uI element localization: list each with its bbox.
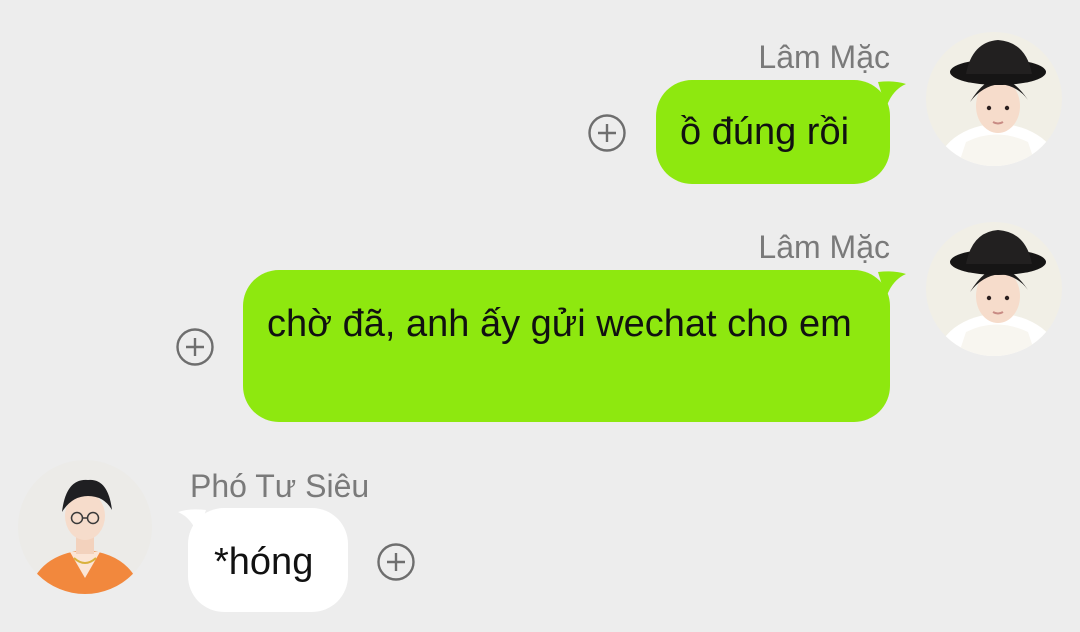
sender-name: Lâm Mặc: [758, 39, 890, 75]
avatar-pho-tu-sieu[interactable]: [18, 460, 152, 594]
avatar-image: [926, 222, 1062, 356]
message-bubble[interactable]: *hóng: [188, 508, 348, 612]
message-bubble[interactable]: ồ đúng rồi: [656, 80, 890, 184]
avatar-lam-mac[interactable]: [926, 222, 1062, 356]
sender-name: Phó Tư Siêu: [190, 468, 370, 504]
avatar-image: [18, 460, 152, 594]
message-text: ồ đúng rồi: [680, 111, 850, 153]
message-text: chờ đã, anh ấy gửi wechat cho em: [267, 303, 852, 345]
avatar-lam-mac[interactable]: [926, 32, 1062, 166]
add-circle-icon[interactable]: [175, 327, 215, 367]
sender-name: Lâm Mặc: [758, 229, 890, 265]
add-circle-icon[interactable]: [587, 113, 627, 153]
avatar-image: [926, 32, 1062, 166]
add-circle-icon[interactable]: [376, 542, 416, 582]
message-text: *hóng: [214, 541, 314, 583]
message-bubble[interactable]: chờ đã, anh ấy gửi wechat cho em: [243, 270, 890, 422]
